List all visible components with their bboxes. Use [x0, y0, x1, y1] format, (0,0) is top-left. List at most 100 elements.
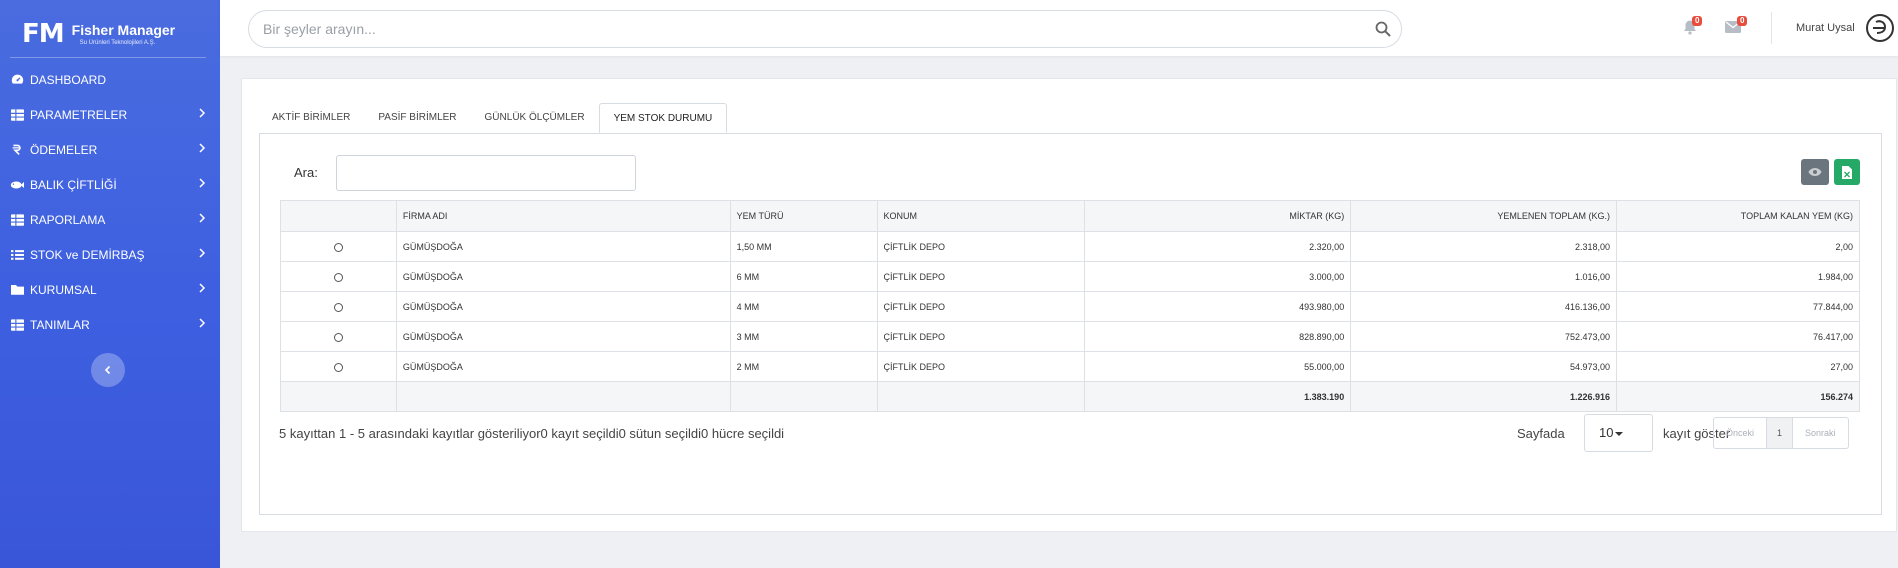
sidebar-item-label: KURUMSAL [30, 282, 97, 297]
feed-stock-table: FİRMA ADI YEM TÜRÜ KONUM MİKTAR (KG) YEM… [280, 200, 1860, 412]
sidebar-item-kurumsal[interactable]: KURUMSAL [0, 272, 220, 307]
sidebar-item-label: RAPORLAMA [30, 212, 106, 227]
sidebar-item-raporlama[interactable]: RAPORLAMA [0, 202, 220, 237]
export-excel-button[interactable] [1834, 159, 1860, 185]
column-header-yem-turu[interactable]: YEM TÜRÜ [729, 200, 878, 232]
pagination-previous[interactable]: Önceki [1714, 418, 1766, 448]
sidebar-item-stok-demirbas[interactable]: STOK ve DEMİRBAŞ [0, 237, 220, 272]
column-header-toplam-kalan-yem[interactable]: TOPLAM KALAN YEM (KG) [1616, 200, 1860, 232]
table-cell: ÇİFTLİK DEPO [876, 321, 1086, 352]
sidebar: FM Fisher Manager Su Ürünleri Teknolojil… [0, 0, 220, 568]
table-row[interactable]: GÜMÜŞDOĞA 1,50 MM ÇİFTLİK DEPO 2.320,00 … [280, 231, 1860, 262]
chevron-right-icon [199, 213, 206, 223]
row-radio[interactable] [333, 302, 343, 312]
table-cell: 1,50 MM [729, 231, 878, 262]
table-cell [395, 381, 731, 412]
table-header-row: FİRMA ADI YEM TÜRÜ KONUM MİKTAR (KG) YEM… [280, 200, 1860, 232]
column-header-firma-adi[interactable]: FİRMA ADI [395, 200, 731, 232]
brand-subtitle: Su Ürünleri Teknolojileri A.Ş. [79, 39, 156, 46]
topbar-divider [1771, 12, 1772, 44]
table-cell: 77.844,00 [1616, 291, 1860, 322]
page-size-select[interactable]: 10 [1584, 414, 1653, 452]
avatar[interactable] [1865, 13, 1895, 43]
column-header-yemlenen-toplam[interactable]: YEMLENEN TOPLAM (KG.) [1350, 200, 1618, 232]
sidebar-item-balik-ciftligi[interactable]: BALIK ÇİFTLİĞİ [0, 167, 220, 202]
table-cell: ÇİFTLİK DEPO [876, 291, 1086, 322]
row-select-cell[interactable] [280, 291, 397, 322]
table-cell: GÜMÜŞDOĞA [395, 261, 731, 292]
pagination-page[interactable]: 1 [1766, 418, 1794, 448]
chevron-right-icon [199, 283, 206, 293]
table-row[interactable]: GÜMÜŞDOĞA 2 MM ÇİFTLİK DEPO 55.000,00 54… [280, 351, 1860, 382]
table-row[interactable]: GÜMÜŞDOĞA 3 MM ÇİFTLİK DEPO 828.890,00 7… [280, 321, 1860, 352]
tab-pasif-birimler[interactable]: PASİF BİRİMLER [364, 103, 470, 133]
chevron-right-icon [199, 108, 206, 118]
grid-icon [10, 213, 24, 227]
tab-gunluk-olcumler[interactable]: GÜNLÜK ÖLÇÜMLER [471, 103, 599, 133]
caret-down-icon [1615, 431, 1624, 436]
main-card: AKTİF BİRİMLER PASİF BİRİMLER GÜNLÜK ÖLÇ… [241, 78, 1897, 532]
pagination-next[interactable]: Sonraki [1793, 418, 1848, 448]
sidebar-item-label: TANIMLAR [30, 317, 90, 332]
table-cell: 2.320,00 [1084, 231, 1352, 262]
payment-icon [10, 143, 24, 157]
search-input[interactable] [249, 11, 1349, 47]
table-cell: 55.000,00 [1084, 351, 1352, 382]
column-header-select[interactable] [280, 200, 397, 232]
chevron-left-icon [104, 365, 111, 375]
row-select-cell[interactable] [280, 261, 397, 292]
tab-aktif-birimler[interactable]: AKTİF BİRİMLER [258, 103, 364, 133]
list-icon [10, 248, 24, 262]
row-select-cell[interactable] [280, 351, 397, 382]
row-select-cell[interactable] [280, 321, 397, 352]
table-cell: ÇİFTLİK DEPO [876, 261, 1086, 292]
row-radio[interactable] [333, 242, 343, 252]
table-cell: GÜMÜŞDOĞA [395, 351, 731, 382]
table-cell: GÜMÜŞDOĞA [395, 321, 731, 352]
user-name[interactable]: Murat Uysal [1796, 22, 1855, 34]
sidebar-item-parametreler[interactable]: PARAMETRELER [0, 97, 220, 132]
total-miktar: 1.383.190 [1084, 381, 1352, 412]
chevron-right-icon [199, 178, 206, 188]
table-row[interactable]: GÜMÜŞDOĞA 4 MM ÇİFTLİK DEPO 493.980,00 4… [280, 291, 1860, 322]
page-size-label: Sayfada [1517, 426, 1565, 441]
tab-pane: Ara: FİRMA ADI YEM TÜRÜ KONUM MİKTAR (KG… [259, 133, 1882, 515]
column-header-konum[interactable]: KONUM [876, 200, 1086, 232]
table-cell: 3.000,00 [1084, 261, 1352, 292]
search-label: Ara: [294, 165, 318, 180]
sidebar-item-label: STOK ve DEMİRBAŞ [30, 247, 145, 262]
table-row[interactable]: GÜMÜŞDOĞA 6 MM ÇİFTLİK DEPO 3.000,00 1.0… [280, 261, 1860, 292]
tab-yem-stok-durumu[interactable]: YEM STOK DURUMU [598, 103, 728, 133]
row-select-cell[interactable] [280, 231, 397, 262]
sidebar-item-dashboard[interactable]: DASHBOARD [0, 62, 220, 97]
table-cell: GÜMÜŞDOĞA [395, 291, 731, 322]
table-cell: 54.973,00 [1350, 351, 1618, 382]
global-search [248, 10, 1402, 48]
search-icon[interactable] [1375, 21, 1391, 37]
table-cell [729, 381, 878, 412]
sidebar-item-label: BALIK ÇİFTLİĞİ [30, 177, 117, 192]
row-radio[interactable] [333, 272, 343, 282]
sidebar-item-label: PARAMETRELER [30, 107, 128, 122]
table-search-input[interactable] [336, 155, 636, 191]
table-cell [876, 381, 1086, 412]
pagination: Önceki 1 Sonraki [1713, 417, 1849, 449]
row-radio[interactable] [333, 362, 343, 372]
grid-icon [10, 108, 24, 122]
folder-icon [10, 283, 24, 297]
column-header-miktar[interactable]: MİKTAR (KG) [1084, 200, 1352, 232]
table-cell: 76.417,00 [1616, 321, 1860, 352]
messages-badge: 0 [1737, 16, 1748, 26]
table-cell: 2,00 [1616, 231, 1860, 262]
table-cell [280, 381, 397, 412]
brand-logo[interactable]: FM Fisher Manager Su Ürünleri Teknolojil… [0, 0, 220, 56]
row-radio[interactable] [333, 332, 343, 342]
sidebar-item-odemeler[interactable]: ÖDEMELER [0, 132, 220, 167]
table-cell: 416.136,00 [1350, 291, 1618, 322]
column-visibility-button[interactable] [1801, 159, 1829, 185]
sidebar-collapse-button[interactable] [91, 353, 125, 387]
chevron-right-icon [199, 143, 206, 153]
sidebar-item-label: ÖDEMELER [30, 142, 98, 157]
table-info-text: 5 kayıttan 1 - 5 arasındaki kayıtlar gös… [279, 426, 785, 441]
sidebar-item-tanimlar[interactable]: TANIMLAR [0, 307, 220, 342]
